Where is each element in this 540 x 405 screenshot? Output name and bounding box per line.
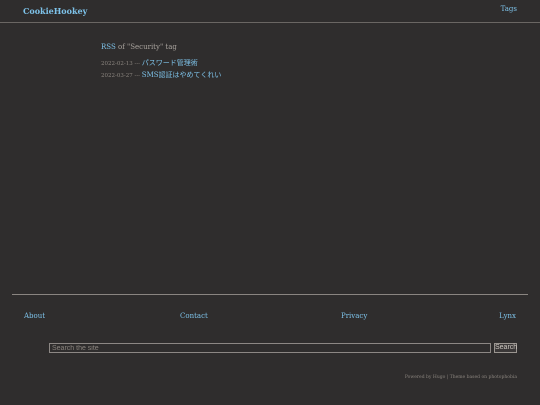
rss-heading-suffix: of "Security" tag: [115, 43, 177, 51]
site-header: CookieHookey Tags: [0, 0, 540, 23]
tag-page-content: RSS of "Security" tag 2022-02-13 --- パスワ…: [101, 41, 441, 79]
footer-link-contact[interactable]: Contact: [180, 312, 208, 320]
footer-divider: [12, 294, 528, 295]
rss-heading: RSS of "Security" tag: [101, 41, 441, 54]
post-list-item: 2022-03-27 --- SMS認証はやめてくれい: [101, 66, 441, 79]
powered-by-credit: Powered by Hugo | Theme based on photoph…: [405, 375, 517, 380]
hugo-link[interactable]: Hugo: [433, 375, 445, 380]
search-input[interactable]: [49, 343, 491, 353]
post-separator: ---: [132, 73, 142, 79]
search-button[interactable]: Search: [494, 343, 517, 353]
footer-link-lynx[interactable]: Lynx: [499, 312, 516, 320]
tags-link[interactable]: Tags: [501, 5, 517, 13]
theme-link[interactable]: photophobia: [489, 375, 518, 380]
rss-link[interactable]: RSS: [101, 43, 116, 51]
powered-middle: | Theme based on: [445, 375, 489, 380]
post-title-link[interactable]: SMS認証はやめてくれい: [142, 71, 222, 79]
footer-link-privacy[interactable]: Privacy: [341, 312, 367, 320]
post-date: 2022-03-27: [101, 73, 133, 79]
powered-prefix: Powered by: [404, 375, 433, 380]
footer-link-about[interactable]: About: [24, 312, 45, 320]
site-brand-link[interactable]: CookieHookey: [23, 6, 87, 16]
post-list-item: 2022-02-13 --- パスワード管理術: [101, 54, 441, 67]
